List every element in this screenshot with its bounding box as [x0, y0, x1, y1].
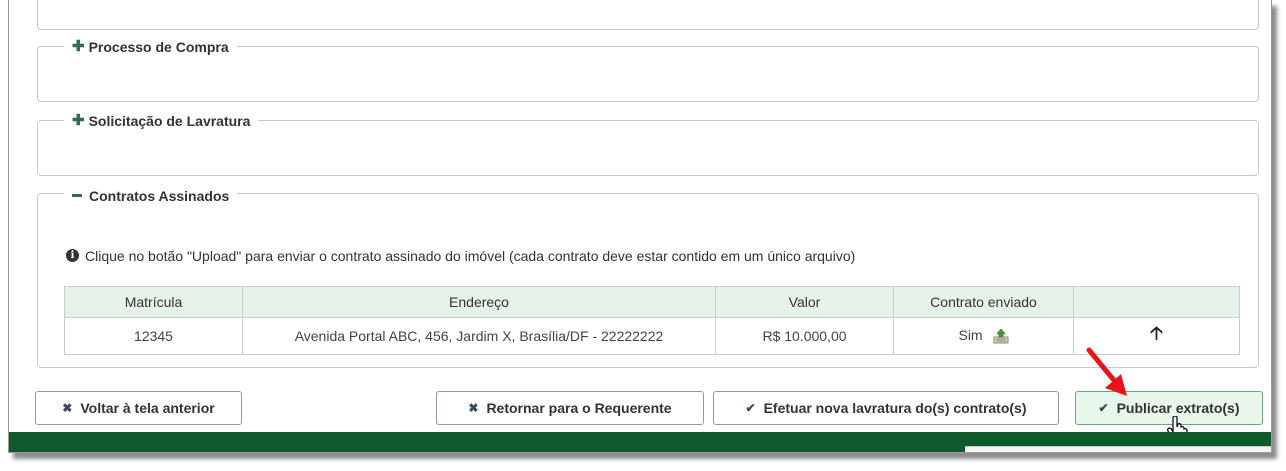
contrato-enviado-value: Sim [958, 327, 983, 344]
signed-contracts-legend[interactable]: Contratos Assinados [64, 184, 237, 204]
purchase-process-legend[interactable]: ✚ Processo de Compra [64, 38, 237, 55]
lavratura-request-label: Solicitação de Lavratura [88, 112, 251, 129]
times-icon: ✖ [468, 401, 479, 415]
plus-icon[interactable]: ✚ [72, 113, 85, 128]
column-header-valor: Valor [715, 285, 894, 318]
signed-contracts-panel: Contratos Assinados i Clique no botão "U… [37, 184, 1259, 368]
check-icon: ✔ [1098, 401, 1109, 415]
table-header-row: Matrícula Endereço Valor Contrato enviad… [64, 285, 1240, 318]
info-circle-icon: i [66, 249, 79, 262]
lavratura-request-panel: ✚ Solicitação de Lavratura [37, 112, 1259, 176]
new-lavratura-label: Efetuar nova lavratura do(s) contrato(s) [763, 400, 1027, 416]
upload-file-icon[interactable] [993, 328, 1009, 344]
upload-instructions-text: Clique no botão "Upload" para enviar o c… [85, 247, 856, 264]
check-icon: ✔ [745, 401, 756, 415]
return-to-requester-button[interactable]: ✖ Retornar para o Requerente [436, 391, 704, 425]
cell-valor: R$ 10.000,00 [715, 316, 894, 355]
plus-icon[interactable]: ✚ [72, 39, 85, 54]
times-icon: ✖ [62, 401, 73, 415]
purchase-process-panel: ✚ Processo de Compra [37, 38, 1259, 102]
signed-contracts-label: Contratos Assinados [89, 187, 230, 204]
purchase-process-label: Processo de Compra [88, 38, 229, 55]
cell-matricula: 12345 [64, 316, 243, 355]
tooltip-strip [965, 446, 1271, 452]
column-header-actions [1073, 285, 1240, 318]
contracts-table: Matrícula Endereço Valor Contrato enviad… [64, 285, 1240, 355]
new-lavratura-button[interactable]: ✔ Efetuar nova lavratura do(s) contrato(… [713, 391, 1059, 425]
cell-endereco: Avenida Portal ABC, 456, Jardim X, Brasí… [242, 316, 716, 355]
return-to-requester-label: Retornar para o Requerente [486, 400, 672, 416]
previous-panel-bottom [37, 0, 1259, 30]
lavratura-request-legend[interactable]: ✚ Solicitação de Lavratura [64, 112, 258, 129]
column-header-matricula: Matrícula [64, 285, 243, 318]
column-header-contrato-enviado: Contrato enviado [893, 285, 1074, 318]
column-header-endereco: Endereço [242, 285, 716, 318]
back-button[interactable]: ✖ Voltar à tela anterior [35, 391, 242, 425]
table-row: 12345 Avenida Portal ABC, 456, Jardim X,… [64, 316, 1240, 355]
back-button-label: Voltar à tela anterior [80, 400, 215, 416]
publish-extract-label: Publicar extrato(s) [1116, 400, 1240, 416]
upload-instructions: i Clique no botão "Upload" para enviar o… [66, 248, 855, 264]
arrow-up-icon[interactable]: 🡡 [1150, 323, 1163, 343]
cell-contrato-enviado: Sim [893, 316, 1074, 355]
screenshot-frame: ✚ Processo de Compra ✚ Solicitação de La… [8, 0, 1272, 453]
red-arrow-icon [1086, 347, 1127, 396]
minus-icon[interactable] [72, 194, 82, 197]
